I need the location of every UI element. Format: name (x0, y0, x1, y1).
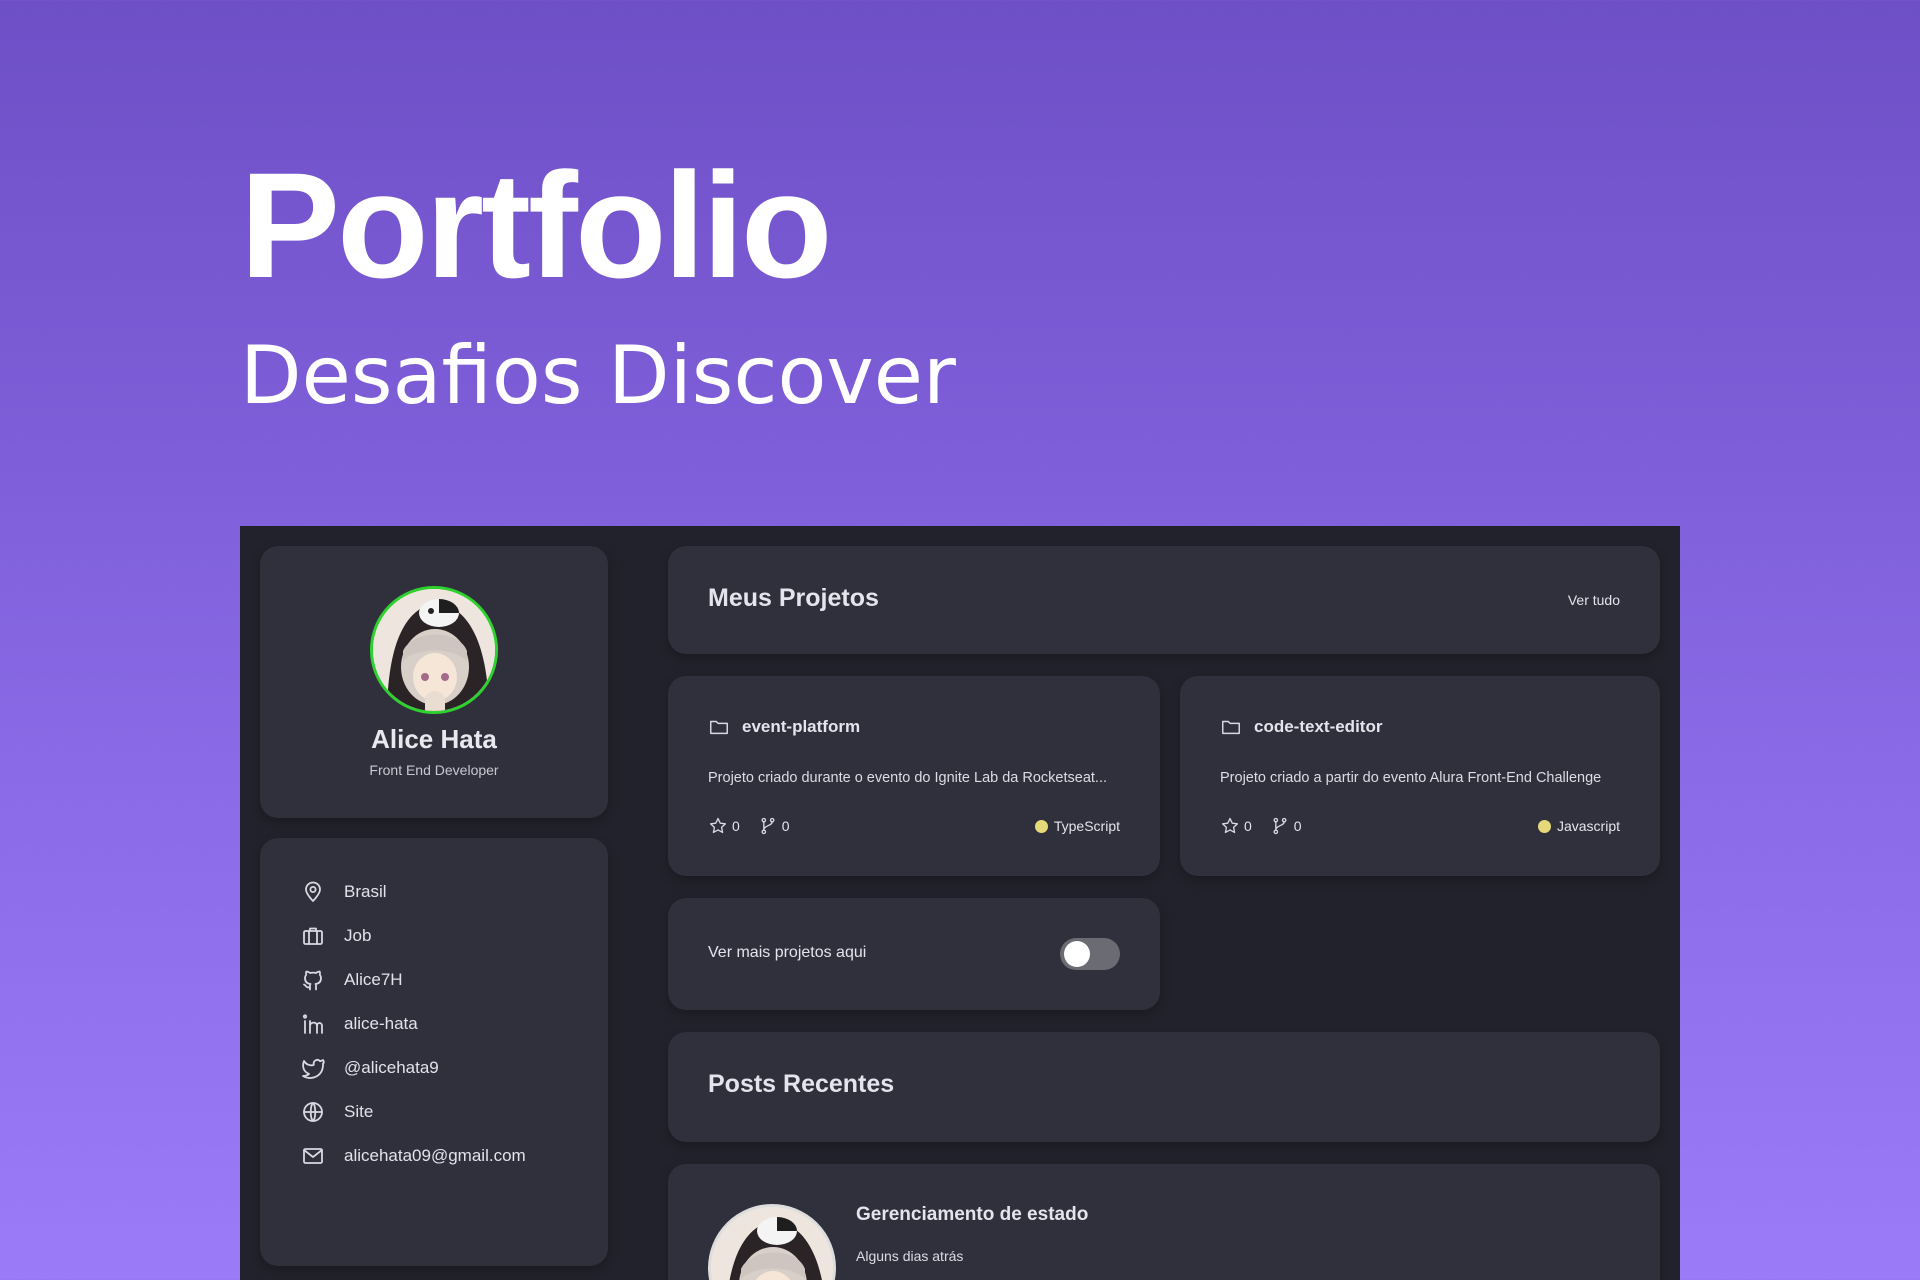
repo-forks: 0 (758, 816, 790, 836)
info-twitter-label: @alicehata9 (344, 1058, 439, 1077)
projects-title: Meus Projetos (708, 584, 879, 612)
info-location-label: Brasil (344, 882, 387, 901)
repo-description: Projeto criado durante o evento do Ignit… (708, 770, 1108, 786)
see-all-link[interactable]: Ver tudo (1568, 592, 1620, 608)
hero-subtitle: Desafios Discover (240, 329, 956, 422)
profile-card: Alice Hata Front End Developer (260, 546, 608, 818)
repo-forks-count: 0 (781, 818, 790, 834)
language-dot (1034, 819, 1048, 833)
repo-name: code-text-editor (1254, 717, 1383, 736)
projects-header: Meus Projetos Ver tudo (668, 546, 1660, 654)
repo-name: event-platform (742, 717, 861, 736)
repo-card[interactable]: event-platform Projeto criado durante o … (668, 676, 1160, 876)
info-item-job: Job (300, 920, 371, 952)
fork-icon (1273, 817, 1287, 835)
globe-icon (300, 1099, 326, 1125)
location-pin-icon (300, 879, 326, 905)
more-projects-toggle[interactable] (1060, 938, 1120, 970)
repo-language: Javascript (1537, 818, 1620, 834)
post-title: Gerenciamento de estado (856, 1204, 1089, 1225)
info-item-location: Brasil (300, 876, 387, 908)
repo-description: Projeto criado a partir do evento Alura … (1220, 770, 1602, 786)
toggle-knob (1064, 941, 1090, 967)
info-item-github[interactable]: Alice7H (300, 964, 403, 996)
info-email-label: alicehata09@gmail.com (344, 1146, 526, 1165)
language-dot (1537, 819, 1551, 833)
repo-forks: 0 (1270, 816, 1302, 836)
info-job-label: Job (344, 926, 372, 945)
repo-language-label: Javascript (1556, 818, 1620, 834)
posts-header: Posts Recentes (668, 1032, 1660, 1142)
info-site-label: Site (344, 1102, 374, 1121)
repo-language: TypeScript (1034, 818, 1120, 834)
profile-name: Alice Hata (371, 724, 497, 754)
post-avatar (708, 1204, 836, 1280)
info-item-twitter[interactable]: @alicehata9 (300, 1052, 439, 1084)
briefcase-icon (300, 923, 326, 949)
post-date: Alguns dias atrás (856, 1248, 964, 1264)
info-github-label: Alice7H (344, 970, 403, 989)
profile-role: Front End Developer (369, 762, 499, 778)
repo-stars-count: 0 (732, 818, 740, 834)
info-item-linkedin[interactable]: alice-hata (300, 1008, 418, 1040)
info-card: Brasil Job Alice7H alice-hata @alicehata… (260, 838, 608, 1266)
repo-stars-count: 0 (1244, 818, 1252, 834)
twitter-icon (300, 1055, 326, 1081)
info-linkedin-label: alice-hata (344, 1014, 418, 1033)
posts-title: Posts Recentes (708, 1070, 895, 1098)
post-card[interactable]: Gerenciamento de estado Alguns dias atrá… (668, 1164, 1660, 1280)
more-projects-card: Ver mais projetos aqui (668, 898, 1160, 1010)
repo-language-label: TypeScript (1053, 818, 1120, 834)
github-icon (300, 967, 326, 993)
folder-icon (1222, 720, 1240, 735)
more-projects-label: Ver mais projetos aqui (708, 944, 867, 961)
info-item-email[interactable]: alicehata09@gmail.com (300, 1140, 526, 1172)
star-icon (710, 817, 726, 834)
star-icon (1222, 817, 1238, 834)
repo-card[interactable]: code-text-editor Projeto criado a partir… (1180, 676, 1660, 876)
avatar (370, 586, 498, 714)
repo-stars: 0 (708, 816, 740, 836)
repo-forks-count: 0 (1293, 818, 1302, 834)
fork-icon (761, 817, 775, 835)
hero-title: Portfolio (240, 141, 833, 309)
repo-stars: 0 (1220, 816, 1252, 836)
mail-icon (300, 1143, 326, 1169)
app-screenshot: Alice Hata Front End Developer Brasil Jo… (240, 526, 1680, 1280)
info-item-site[interactable]: Site (300, 1096, 373, 1128)
linkedin-icon (300, 1011, 326, 1037)
folder-icon (710, 720, 728, 735)
